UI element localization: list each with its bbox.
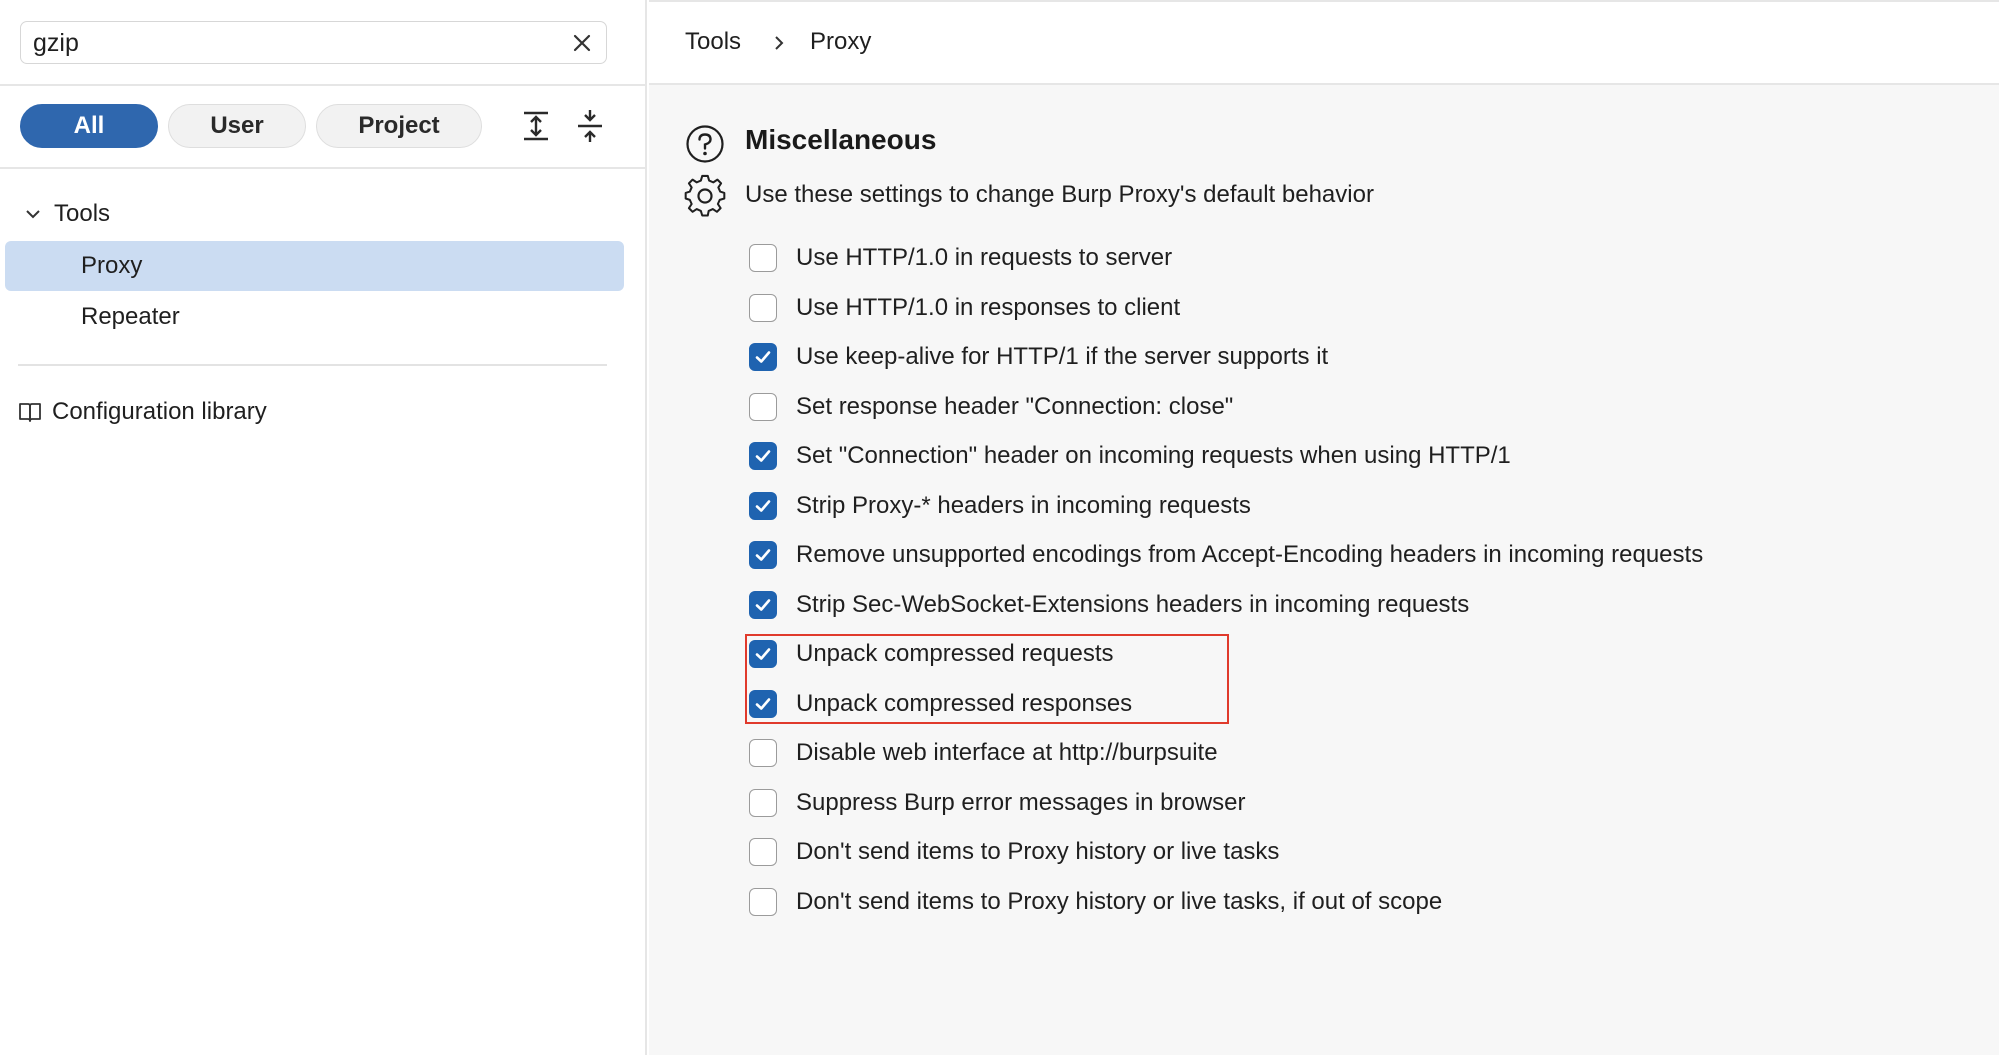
option-checkbox[interactable] <box>749 788 777 817</box>
divider <box>0 167 645 169</box>
divider <box>18 364 607 366</box>
option-row[interactable]: Unpack compressed responses <box>749 687 1132 721</box>
option-label: Unpack compressed responses <box>796 689 1133 717</box>
option-row[interactable]: Unpack compressed requests <box>749 637 1113 671</box>
section-description: Use these settings to change Burp Proxy'… <box>745 181 1374 208</box>
search-input[interactable] <box>33 27 553 59</box>
option-row[interactable]: Disable web interface at http://burpsuit… <box>749 736 1218 770</box>
option-checkbox[interactable] <box>749 590 777 619</box>
tree-group-label: Tools <box>54 200 111 227</box>
option-checkbox[interactable] <box>749 392 777 421</box>
expand-all-icon[interactable] <box>518 106 554 146</box>
option-row[interactable]: Don't send items to Proxy history or liv… <box>749 885 1442 919</box>
option-label: Unpack compressed requests <box>796 640 1114 667</box>
option-label: Don't send items to Proxy history or liv… <box>796 838 1280 865</box>
option-label: Strip Proxy-* headers in incoming reques… <box>796 491 1251 519</box>
option-label: Remove unsupported encodings from Accept… <box>796 541 1704 568</box>
option-label: Suppress Burp error messages in browser <box>796 788 1246 816</box>
option-label: Don't send items to Proxy history or liv… <box>796 887 1443 915</box>
tree-group-tools[interactable]: Tools <box>24 199 110 229</box>
option-label: Set response header "Connection: close" <box>796 392 1234 420</box>
option-row[interactable]: Strip Sec-WebSocket-Extensions headers i… <box>749 588 1469 622</box>
option-label: Use HTTP/1.0 in requests to server <box>796 244 1173 271</box>
option-row[interactable]: Use HTTP/1.0 in requests to server <box>749 241 1172 275</box>
option-row[interactable]: Remove unsupported encodings from Accept… <box>749 538 1703 572</box>
option-checkbox[interactable] <box>749 838 777 866</box>
checkmark-icon <box>755 648 771 660</box>
gear-icon[interactable] <box>683 174 727 218</box>
option-checkbox[interactable] <box>749 442 777 470</box>
checkmark-icon <box>755 450 771 462</box>
settings-sidebar: All User Project Tools Proxy <box>0 0 647 1055</box>
checkmark-icon <box>755 697 771 710</box>
option-label: Set "Connection" header on incoming requ… <box>796 442 1511 469</box>
checkmark-icon <box>755 351 771 363</box>
breadcrumb: Tools Proxy <box>649 0 1999 85</box>
search-box[interactable] <box>20 21 607 64</box>
option-row[interactable]: Don't send items to Proxy history or liv… <box>749 835 1279 869</box>
configuration-library-link[interactable]: Configuration library <box>18 395 267 429</box>
option-checkbox[interactable] <box>749 343 777 371</box>
tree-item-repeater[interactable]: Repeater <box>5 292 624 342</box>
option-checkbox[interactable] <box>749 293 777 322</box>
option-label: Strip Sec-WebSocket-Extensions headers i… <box>796 590 1470 618</box>
option-row[interactable]: Set response header "Connection: close" <box>749 390 1233 424</box>
option-label: Use HTTP/1.0 in responses to client <box>796 293 1181 321</box>
tree-item-proxy[interactable]: Proxy <box>5 241 624 291</box>
option-row[interactable]: Set "Connection" header on incoming requ… <box>749 439 1511 473</box>
option-checkbox[interactable] <box>749 887 777 916</box>
checkmark-icon <box>755 598 771 611</box>
option-label: Disable web interface at http://burpsuit… <box>796 739 1218 766</box>
option-checkbox[interactable] <box>749 244 777 272</box>
option-row[interactable]: Strip Proxy-* headers in incoming reques… <box>749 489 1251 523</box>
book-icon <box>19 403 41 422</box>
help-icon[interactable] <box>685 124 725 164</box>
chevron-down-icon <box>26 210 40 219</box>
close-icon[interactable] <box>570 31 594 55</box>
section-title: Miscellaneous <box>745 124 937 155</box>
chevron-right-icon <box>775 36 784 50</box>
option-row[interactable]: Use HTTP/1.0 in responses to client <box>749 291 1180 325</box>
settings-content: Tools Proxy Miscellaneous Use these sett… <box>649 0 1999 1055</box>
settings-window: All User Project Tools Proxy <box>0 0 1999 1055</box>
option-row[interactable]: Suppress Burp error messages in browser <box>749 786 1246 820</box>
collapse-all-icon[interactable] <box>572 106 608 146</box>
option-checkbox[interactable] <box>749 689 777 718</box>
configuration-library-label: Configuration library <box>52 398 267 425</box>
divider <box>0 84 645 86</box>
tree-item-label: Repeater <box>81 303 180 330</box>
option-checkbox[interactable] <box>749 541 777 569</box>
option-checkbox[interactable] <box>749 491 777 520</box>
filter-project-button[interactable]: Project <box>316 104 482 148</box>
filter-all-button[interactable]: All <box>20 104 158 148</box>
filter-user-button[interactable]: User <box>168 104 306 148</box>
option-checkbox[interactable] <box>749 739 777 767</box>
option-row[interactable]: Use keep-alive for HTTP/1 if the server … <box>749 340 1328 374</box>
breadcrumb-item-tools[interactable]: Tools <box>685 28 741 56</box>
option-checkbox[interactable] <box>749 640 777 668</box>
tree-item-label: Proxy <box>81 252 143 279</box>
checkmark-icon <box>755 549 771 561</box>
checkmark-icon <box>755 499 771 512</box>
breadcrumb-item-proxy[interactable]: Proxy <box>810 28 871 56</box>
option-label: Use keep-alive for HTTP/1 if the server … <box>796 343 1329 370</box>
